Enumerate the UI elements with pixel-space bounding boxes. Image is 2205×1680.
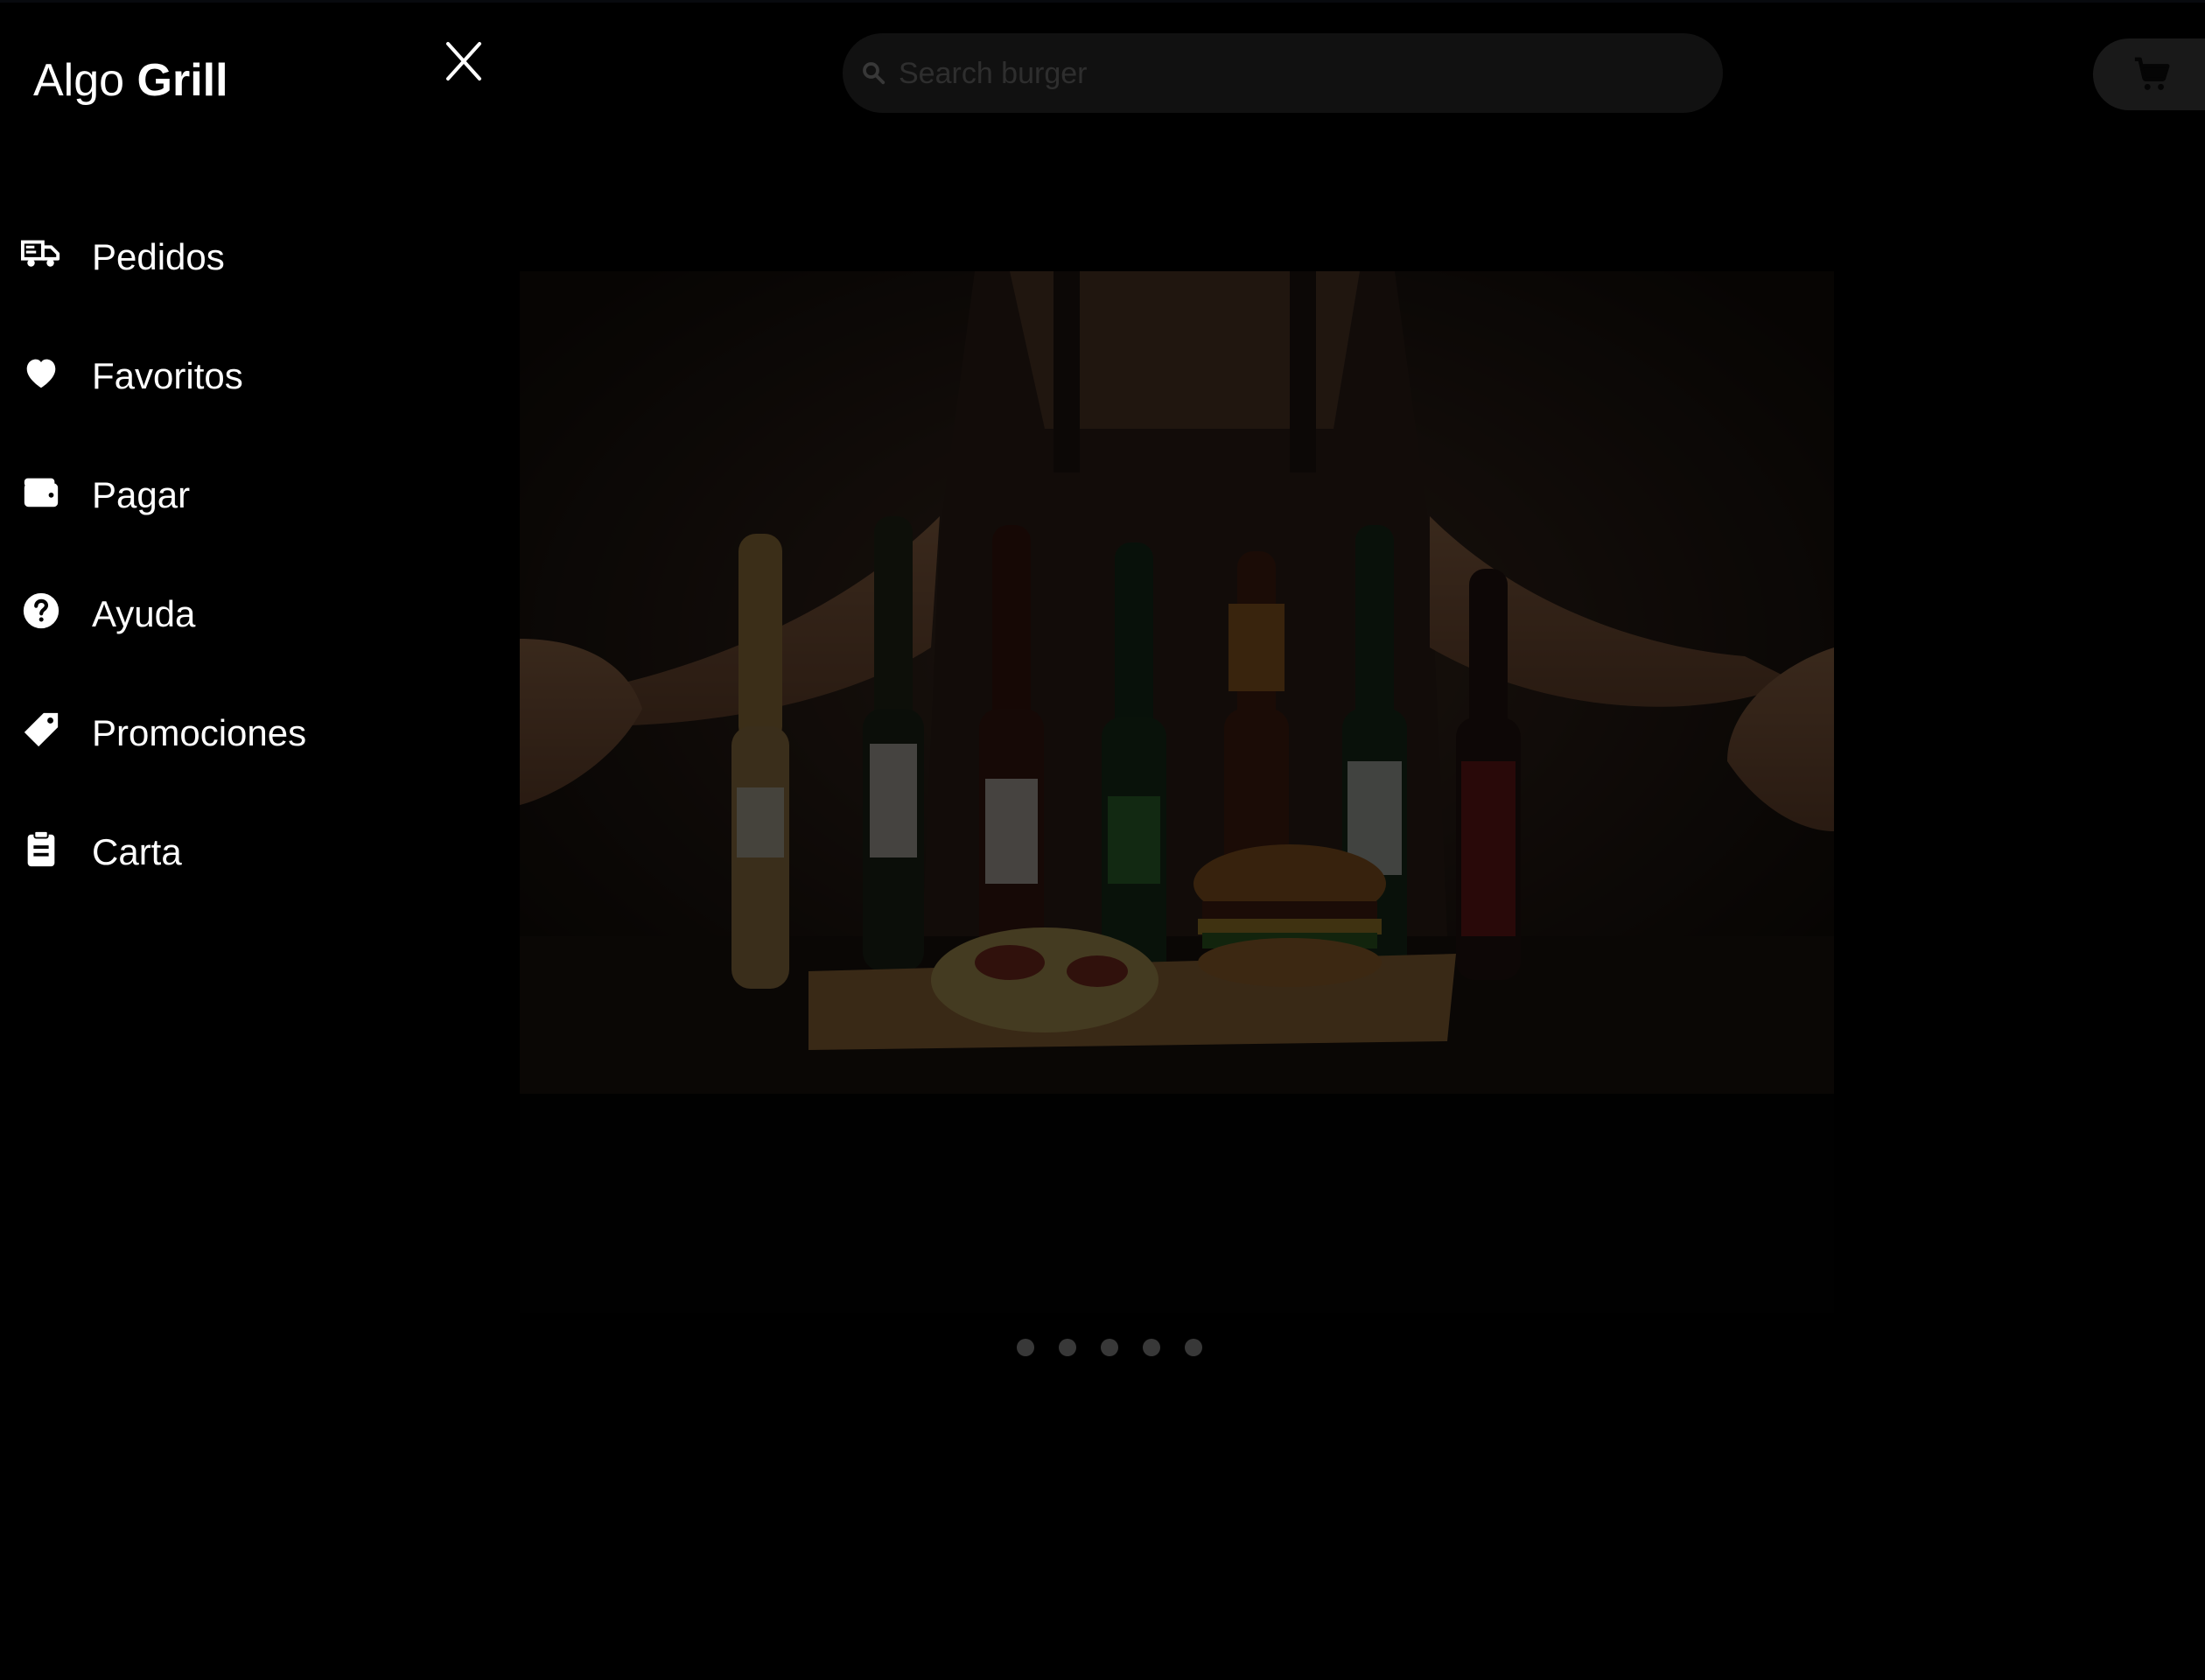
nav-item-pagar[interactable]: Pagar	[0, 450, 455, 537]
side-drawer: Algo Grill Pedidos Favoritos Pagar Ayuda…	[0, 0, 508, 1680]
clipboard-icon	[27, 830, 55, 867]
help-circle-icon	[23, 592, 60, 629]
nav-label-promociones: Promociones	[92, 712, 307, 753]
close-drawer-button[interactable]	[439, 37, 488, 86]
delivery-truck-icon	[21, 240, 60, 267]
nav-item-promociones[interactable]: Promociones	[0, 688, 455, 775]
wallet-icon	[24, 478, 59, 508]
heart-icon	[26, 359, 56, 388]
brand-name-bold: Grill	[136, 55, 228, 106]
close-icon	[446, 42, 481, 80]
nav-item-ayuda[interactable]: Ayuda	[0, 569, 455, 656]
brand-name-light: Algo	[33, 55, 125, 106]
nav-item-carta[interactable]: Carta	[0, 807, 455, 894]
brand-logo: Algo Grill	[33, 54, 228, 107]
nav-label-pagar: Pagar	[92, 474, 191, 515]
nav-label-favoritos: Favoritos	[92, 355, 243, 396]
nav-label-pedidos: Pedidos	[92, 236, 225, 277]
nav-label-ayuda: Ayuda	[92, 593, 196, 634]
nav-item-favoritos[interactable]: Favoritos	[0, 331, 455, 418]
tag-icon	[24, 712, 59, 747]
nav-item-pedidos[interactable]: Pedidos	[0, 212, 455, 299]
nav-label-carta: Carta	[92, 831, 182, 872]
